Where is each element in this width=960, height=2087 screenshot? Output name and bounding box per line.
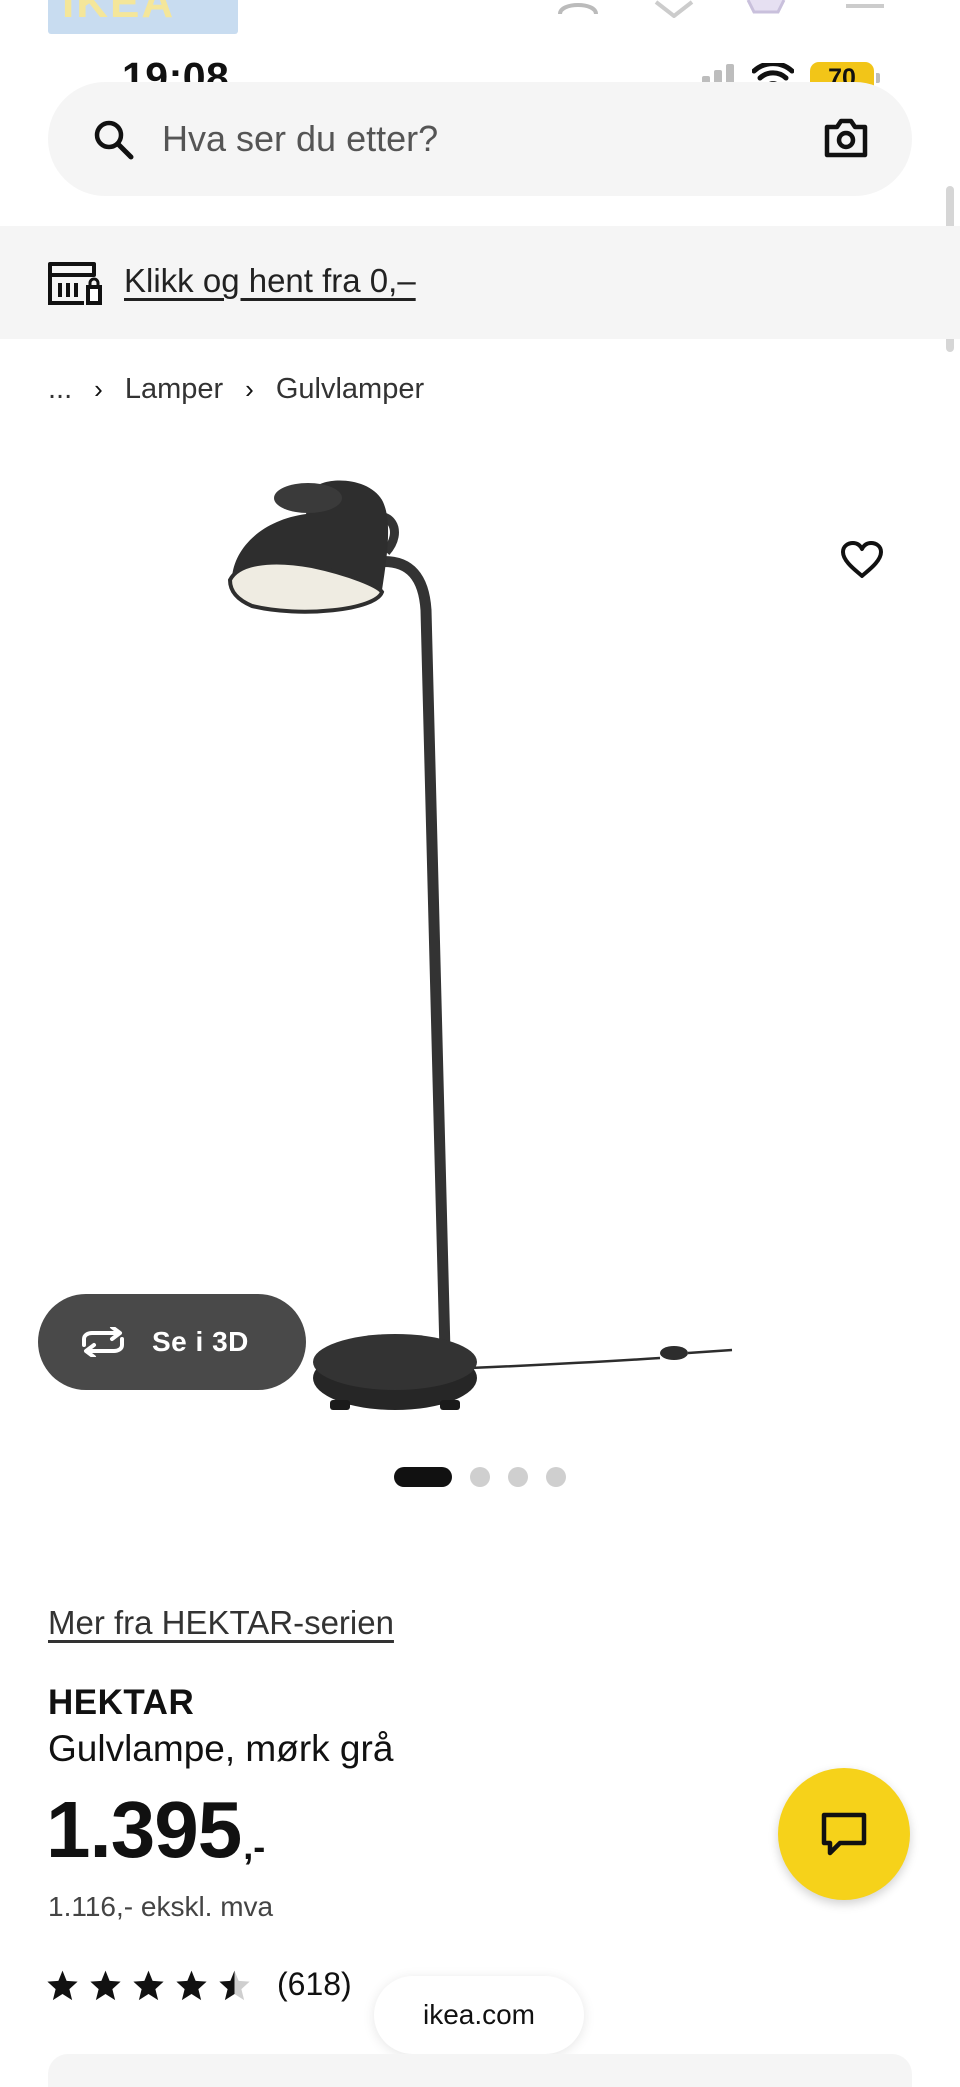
product-description: Gulvlampe, mørk grå — [48, 1728, 394, 1769]
search-icon — [94, 120, 134, 160]
gallery-dot-2[interactable] — [470, 1467, 490, 1487]
gallery-dot-3[interactable] — [508, 1467, 528, 1487]
series-link[interactable]: Mer fra HEKTAR-serien — [48, 1604, 394, 1642]
star-icon — [47, 1970, 78, 2000]
browser-domain: ikea.com — [422, 1999, 536, 2030]
browser-address-pill[interactable]: ikea.com — [374, 1976, 584, 2054]
ikea-logo[interactable]: IKEA — [48, 0, 238, 34]
breadcrumb-item-lamper[interactable]: Lamper — [125, 373, 223, 406]
rating-count: (618) — [277, 1966, 352, 2002]
breadcrumb: ... › Lamper › Gulvlamper — [48, 373, 424, 406]
breadcrumb-item-ellipsis[interactable]: ... — [48, 373, 72, 406]
chevron-right-icon: › — [245, 374, 254, 404]
rotate-3d-icon — [78, 1327, 128, 1357]
gallery-dot-1[interactable] — [394, 1467, 452, 1487]
product-page: IKEA 19:08 70 Hva ser du etter? Klikk og… — [0, 0, 960, 2087]
search-input[interactable]: Hva ser du etter? — [162, 118, 438, 160]
breadcrumb-item-gulvlamper[interactable]: Gulvlamper — [276, 373, 424, 406]
user-icon[interactable] — [556, 0, 600, 16]
camera-icon[interactable] — [824, 118, 868, 158]
gallery-pagination — [394, 1467, 566, 1487]
chat-button[interactable] — [778, 1768, 910, 1900]
bottom-card — [48, 2054, 912, 2087]
star-icon — [176, 1970, 207, 2000]
star-icon — [90, 1970, 121, 2000]
click-collect-link[interactable]: Klikk og hent fra 0,– — [124, 262, 416, 300]
rating-stars — [46, 1969, 251, 2001]
chat-icon — [821, 1812, 867, 1856]
favourites-icon[interactable] — [652, 0, 696, 18]
heart-icon[interactable] — [840, 540, 884, 580]
view-3d-button[interactable]: Se i 3D — [38, 1294, 306, 1390]
price-integer: 1.395 — [46, 1785, 242, 1874]
chevron-right-icon: › — [94, 374, 103, 404]
star-icon — [133, 1970, 164, 2000]
logo-text: IKEA — [62, 0, 176, 27]
star-half-icon — [219, 1970, 250, 2000]
menu-icon[interactable] — [846, 0, 884, 12]
product-name: HEKTAR — [48, 1683, 195, 1722]
view-3d-label: Se i 3D — [152, 1326, 249, 1357]
price-ex-vat: 1.116,- ekskl. mva — [48, 1891, 274, 1922]
price-decimals: ,- — [243, 1826, 266, 1867]
search-bar[interactable]: Hva ser du etter? — [48, 82, 912, 196]
gallery-dot-4[interactable] — [546, 1467, 566, 1487]
click-collect-banner[interactable]: Klikk og hent fra 0,– — [0, 226, 960, 339]
store-icon — [48, 262, 102, 305]
product-rating[interactable]: (618) — [46, 1966, 352, 2003]
cart-icon[interactable] — [744, 0, 788, 16]
product-price: 1.395 ,- — [46, 1790, 265, 1870]
